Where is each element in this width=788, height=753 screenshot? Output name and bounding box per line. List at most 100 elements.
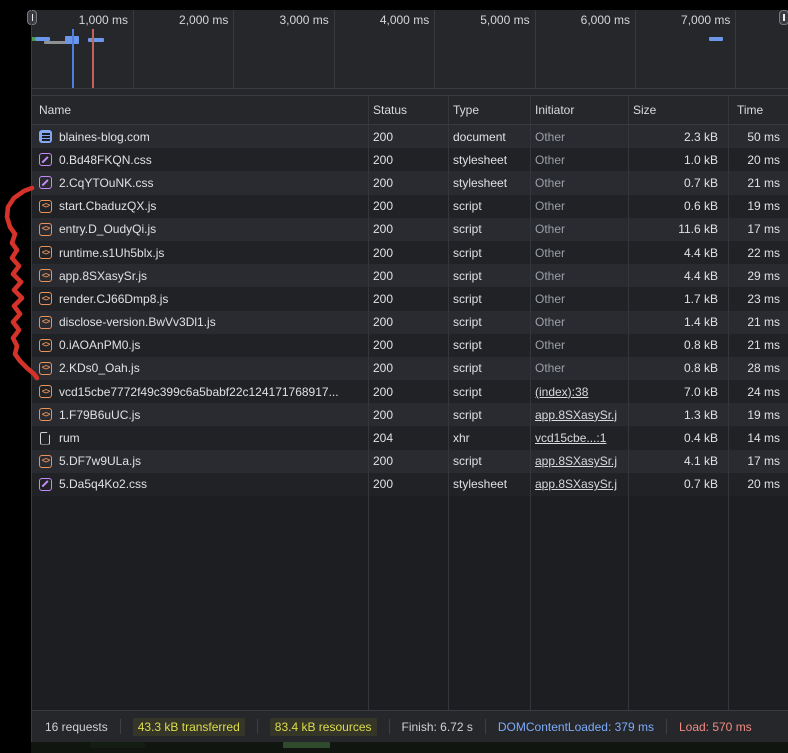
request-row-rum[interactable]: rum 204 xhr vcd15cbe...:1 0.4 kB 14 ms: [31, 426, 788, 450]
request-row-5-df7w9ula-js[interactable]: 5.DF7w9ULa.js 200 script app.8SXasySr.j 4.1 …: [31, 449, 788, 473]
request-row-app-8sxasysr-js[interactable]: app.8SXasySr.js 200 script Other 4.4 kB 29 ms: [31, 264, 788, 288]
overview-right-handle[interactable]: [779, 10, 788, 25]
initiator-link[interactable]: vcd15cbe...:1: [535, 431, 606, 445]
request-time: 29 ms: [747, 268, 780, 283]
script-icon: [39, 199, 52, 213]
script-icon: [39, 408, 52, 422]
request-row-runtime-s1uh5blx-js[interactable]: runtime.s1Uh5blx.js 200 script Other 4.4 kB 2…: [31, 240, 788, 265]
request-size: 2.3 kB: [683, 129, 718, 144]
initiator-link: Other: [535, 152, 566, 167]
initiator-link[interactable]: app.8SXasySr.j: [535, 454, 617, 468]
column-header-status[interactable]: Status: [368, 103, 448, 117]
stylesheet-icon: [39, 176, 52, 190]
request-name: disclose-version.BwVv3Dl1.js: [59, 315, 216, 330]
script-icon: [39, 246, 52, 260]
script-icon: [39, 269, 52, 283]
request-size: 0.8 kB: [683, 338, 718, 353]
timeline-gridline: [333, 10, 335, 88]
request-time: 14 ms: [747, 431, 780, 446]
initiator-link: Other: [535, 338, 566, 353]
request-row-render-cj66dmp8-js[interactable]: render.CJ66Dmp8.js 200 script Other 1.7 kB 23…: [31, 287, 788, 311]
status-code: 200: [373, 338, 394, 353]
request-row-2-kds0-oah-js[interactable]: 2.KDs0_Oah.js 200 script Other 0.8 kB 28 ms: [31, 356, 788, 381]
resources-size: 83.4 kB resources: [269, 717, 377, 736]
overview-request-bar: [88, 38, 104, 42]
initiator-link: Other: [535, 315, 566, 330]
column-header-type[interactable]: Type: [448, 103, 530, 117]
column-header-initiator[interactable]: Initiator: [530, 103, 628, 117]
request-name: render.CJ66Dmp8.js: [59, 291, 169, 306]
page-edge-highlight: [283, 742, 330, 748]
initiator-link[interactable]: app.8SXasySr.j: [535, 408, 617, 422]
request-name: 2.KDs0_Oah.js: [59, 361, 140, 376]
request-time: 24 ms: [747, 384, 780, 399]
request-row-5-da5q4ko2-css[interactable]: 5.Da5q4Ko2.css 200 stylesheet app.8SXasySr.…: [31, 472, 788, 496]
overview-left-handle[interactable]: [27, 10, 37, 25]
initiator-link[interactable]: (index):38: [535, 385, 588, 399]
statusbar-divider: [665, 719, 667, 734]
request-name: 0.iAOAnPM0.js: [59, 338, 141, 353]
request-name: start.CbaduzQX.js: [59, 199, 157, 214]
timeline-tick-label: 5,000 ms: [480, 13, 530, 27]
request-size: 4.4 kB: [683, 245, 718, 260]
request-time: 20 ms: [747, 477, 780, 492]
request-row-entry-d-oudyqi-js[interactable]: entry.D_OudyQi.js 200 script Other 11.6 kB 17…: [31, 217, 788, 241]
devtools-network-panel: 1,000 ms 2,000 ms 3,000 ms 4,000 ms 5,000 ms…: [27, 10, 788, 742]
script-icon: [39, 385, 52, 399]
file-icon: [40, 431, 50, 445]
timeline-tick-label: 3,000 ms: [279, 13, 329, 27]
request-size: 1.7 kB: [683, 291, 718, 306]
status-code: 200: [373, 245, 394, 260]
handle-grip-icon: [31, 14, 33, 21]
request-row-2-cqytounk-css[interactable]: 2.CqYTOuNK.css 200 stylesheet Other 0.7 kB 21…: [31, 171, 788, 195]
timeline-tick-label: 6,000 ms: [580, 13, 630, 27]
request-size: 0.7 kB: [683, 175, 718, 190]
request-size: 0.6 kB: [683, 199, 718, 214]
column-header-name[interactable]: Name: [31, 103, 368, 117]
request-time: 17 ms: [747, 222, 780, 237]
load-time: Load: 570 ms: [678, 719, 752, 734]
request-name: entry.D_OudyQi.js: [59, 222, 157, 237]
initiator-link: Other: [535, 268, 566, 283]
column-header-time[interactable]: Time: [728, 103, 788, 117]
request-row-0-bd48fkqn-css[interactable]: 0.Bd48FKQN.css 200 stylesheet Other 1.0 kB 20…: [31, 148, 788, 172]
request-name: app.8SXasySr.js: [59, 268, 148, 283]
initiator-link: Other: [535, 222, 566, 237]
timeline-gridline: [233, 10, 235, 88]
page-edge-strip: [0, 742, 788, 753]
timeline-gridline: [133, 10, 134, 88]
load-marker: [92, 29, 94, 88]
stylesheet-icon: [39, 477, 52, 491]
request-time: 21 ms: [747, 175, 780, 190]
request-name: rum: [59, 431, 80, 446]
initiator-link[interactable]: app.8SXasySr.j: [535, 477, 617, 491]
status-code: 200: [373, 175, 394, 190]
column-header-size[interactable]: Size: [628, 103, 728, 117]
domcontentloaded-time: DOMContentLoaded: 379 ms: [497, 719, 654, 734]
request-row-disclose-version-bwvv3dl1-js[interactable]: disclose-version.BwVv3Dl1.js 200 script Oth…: [31, 310, 788, 334]
requests-count: 16 requests: [45, 719, 108, 734]
request-size: 0.7 kB: [683, 477, 718, 492]
status-code: 200: [373, 152, 394, 167]
request-name: 1.F79B6uUC.js: [59, 407, 141, 422]
status-code: 204: [373, 431, 394, 446]
transferred-size: 43.3 kB transferred: [132, 717, 245, 736]
request-row-vcd15cbe7772f49c399c6a5babf22c[interactable]: vcd15cbe7772f49c399c6a5babf22c1241717689…: [31, 380, 788, 404]
request-row-1-f79b6uuc-js[interactable]: 1.F79B6uUC.js 200 script app.8SXasySr.j 1.3 …: [31, 403, 788, 427]
request-name: 5.Da5q4Ko2.css: [59, 477, 148, 492]
statusbar-divider: [119, 719, 121, 734]
network-summary-bar: 16 requests 43.3 kB transferred 83.4 kB re…: [31, 710, 788, 742]
request-size: 4.4 kB: [683, 268, 718, 283]
request-row-0-iaoanpm0-js[interactable]: 0.iAOAnPM0.js 200 script Other 0.8 kB 21 ms: [31, 333, 788, 357]
request-type: script: [453, 199, 482, 214]
script-icon: [39, 361, 52, 375]
initiator-link: Other: [535, 245, 566, 260]
network-overview-timeline[interactable]: 1,000 ms 2,000 ms 3,000 ms 4,000 ms 5,000 ms…: [27, 10, 788, 89]
request-time: 28 ms: [747, 361, 780, 376]
request-row-start-cbaduzqx-js[interactable]: start.CbaduzQX.js 200 script Other 0.6 kB 19 …: [31, 194, 788, 218]
timeline-tick-label: 7,000 ms: [681, 13, 731, 27]
script-icon: [39, 315, 52, 329]
initiator-link: Other: [535, 291, 566, 306]
request-name: blaines-blog.com: [59, 129, 150, 144]
request-row-blaines-blog-com[interactable]: blaines-blog.com 200 document Other 2.3 kB 50…: [31, 125, 788, 149]
